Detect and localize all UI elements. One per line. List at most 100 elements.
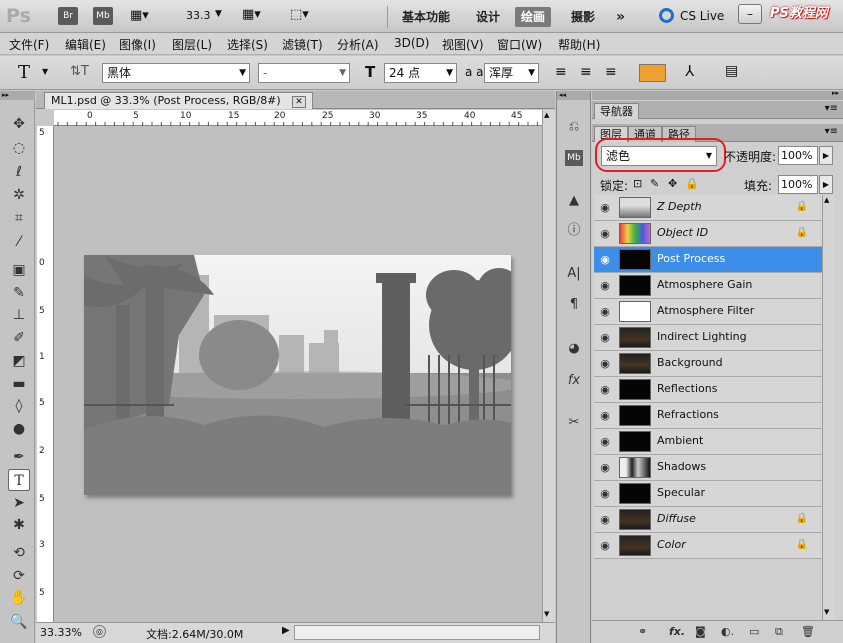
- paragraph-icon[interactable]: ¶: [563, 294, 585, 316]
- layer-row[interactable]: ◉ Diffuse 🔒: [594, 507, 822, 533]
- canvas-area[interactable]: [54, 126, 542, 622]
- horizontal-scrollbar[interactable]: [294, 625, 540, 640]
- layer-thumbnail[interactable]: [619, 405, 651, 426]
- arrange-documents-icon[interactable]: ▦▾: [242, 7, 261, 22]
- visibility-eye-icon[interactable]: ◉: [597, 460, 613, 476]
- info-icon[interactable]: ⓘ: [563, 220, 585, 242]
- visibility-eye-icon[interactable]: ◉: [597, 434, 613, 450]
- type-tool-icon[interactable]: T: [8, 469, 30, 491]
- more-workspaces-icon[interactable]: »: [610, 7, 631, 27]
- menu-layer[interactable]: 图层(L): [172, 36, 212, 53]
- minimize-button[interactable]: –: [738, 4, 762, 24]
- pen-tool-icon[interactable]: ✒: [8, 446, 30, 468]
- layer-row[interactable]: ◉ Ambient: [594, 429, 822, 455]
- visibility-eye-icon[interactable]: ◉: [597, 512, 613, 528]
- visibility-eye-icon[interactable]: ◉: [597, 252, 613, 268]
- lock-position-icon[interactable]: ✥: [668, 177, 677, 190]
- eraser-tool-icon[interactable]: ◩: [8, 350, 30, 372]
- status-zoom[interactable]: 33.33%: [40, 626, 82, 639]
- layer-thumbnail[interactable]: [619, 509, 651, 530]
- styles-icon[interactable]: fx: [563, 370, 585, 392]
- status-icon[interactable]: ◎: [93, 625, 106, 638]
- menu-help[interactable]: 帮助(H): [558, 36, 600, 53]
- menu-analysis[interactable]: 分析(A): [337, 36, 379, 53]
- layer-row[interactable]: ◉ Specular: [594, 481, 822, 507]
- zoom-tool-icon[interactable]: 🔍: [8, 611, 30, 633]
- crop-tool-icon[interactable]: ⌗: [8, 207, 30, 229]
- menu-edit[interactable]: 编辑(E): [65, 36, 106, 53]
- link-layers-icon[interactable]: ⚭: [638, 625, 647, 638]
- history-brush-tool-icon[interactable]: ✐: [8, 327, 30, 349]
- text-color-swatch[interactable]: [639, 64, 666, 82]
- new-group-icon[interactable]: ▭: [749, 625, 759, 638]
- move-tool-icon[interactable]: ✥: [8, 113, 30, 135]
- dodge-tool-icon[interactable]: ●: [8, 418, 30, 440]
- visibility-eye-icon[interactable]: ◉: [597, 200, 613, 216]
- workspace-photography[interactable]: 摄影: [565, 7, 601, 27]
- status-menu-arrow-icon[interactable]: ▶: [282, 625, 290, 636]
- path-selection-tool-icon[interactable]: ➤: [8, 492, 30, 514]
- layer-thumbnail[interactable]: [619, 535, 651, 556]
- antialias-select[interactable]: 浑厚 ▼: [484, 63, 539, 83]
- brush-tool-icon[interactable]: ✎: [8, 282, 30, 304]
- layer-style-icon[interactable]: fx.: [669, 625, 685, 638]
- adjustment-layer-icon[interactable]: ◐.: [721, 625, 734, 638]
- layer-mask-icon[interactable]: ◙: [695, 625, 706, 638]
- zoom-level[interactable]: 33.3: [186, 9, 211, 22]
- bridge-button[interactable]: Br: [58, 7, 78, 25]
- lock-image-icon[interactable]: ✎: [650, 177, 659, 190]
- layer-thumbnail[interactable]: [619, 327, 651, 348]
- visibility-eye-icon[interactable]: ◉: [597, 408, 613, 424]
- layer-thumbnail[interactable]: [619, 379, 651, 400]
- blur-tool-icon[interactable]: ◊: [8, 395, 30, 417]
- histogram-icon[interactable]: ▲: [563, 190, 585, 212]
- workspace-essentials[interactable]: 基本功能: [396, 7, 456, 27]
- lasso-tool-icon[interactable]: ℓ: [8, 161, 30, 183]
- character-icon[interactable]: A|: [563, 263, 585, 285]
- align-right-icon[interactable]: ≡: [605, 64, 617, 80]
- layer-row[interactable]: ◉ Reflections: [594, 377, 822, 403]
- layer-thumbnail[interactable]: [619, 431, 651, 452]
- visibility-eye-icon[interactable]: ◉: [597, 330, 613, 346]
- collapse-panel-icon[interactable]: ▸▸: [832, 89, 839, 97]
- tab-navigator[interactable]: 导航器: [594, 103, 639, 119]
- panel-menu-icon[interactable]: ▾≡: [825, 126, 838, 137]
- new-layer-icon[interactable]: ⧉: [775, 625, 783, 639]
- warp-text-icon[interactable]: ⅄: [685, 62, 694, 80]
- tool-presets-icon[interactable]: ✂: [563, 412, 585, 434]
- font-size-select[interactable]: 24 点 ▼: [384, 63, 457, 83]
- layer-row[interactable]: ◉ Object ID 🔒: [594, 221, 822, 247]
- healing-brush-tool-icon[interactable]: ▣: [8, 259, 30, 281]
- 3d-orbit-tool-icon[interactable]: ⟳: [8, 565, 30, 587]
- vertical-scrollbar[interactable]: ▲ ▼: [542, 110, 555, 622]
- opacity-slider-icon[interactable]: ▶: [819, 146, 833, 165]
- marquee-tool-icon[interactable]: ◌: [8, 137, 30, 159]
- visibility-eye-icon[interactable]: ◉: [597, 538, 613, 554]
- custom-shape-tool-icon[interactable]: ✱: [8, 514, 30, 536]
- workspace-design[interactable]: 设计: [470, 7, 506, 27]
- layer-thumbnail[interactable]: [619, 223, 651, 244]
- opacity-input[interactable]: 100%: [778, 146, 818, 165]
- layer-row[interactable]: ◉ Indirect Lighting: [594, 325, 822, 351]
- type-tool-preset-icon[interactable]: T: [18, 62, 30, 83]
- history-icon[interactable]: ⎌: [563, 116, 585, 138]
- layer-row[interactable]: ◉ Post Process: [594, 247, 822, 273]
- color-icon[interactable]: ◕: [563, 338, 585, 360]
- layer-row[interactable]: ◉ Atmosphere Filter: [594, 299, 822, 325]
- collapse-toolbox-icon[interactable]: ▸▸: [0, 91, 35, 100]
- preset-dropdown-icon[interactable]: ▼: [42, 67, 48, 76]
- layer-row[interactable]: ◉ Z Depth 🔒: [594, 195, 822, 221]
- visibility-eye-icon[interactable]: ◉: [597, 278, 613, 294]
- layers-scrollbar[interactable]: ▲ ▼: [822, 195, 835, 620]
- font-style-select[interactable]: - ▼: [258, 63, 350, 83]
- layer-row[interactable]: ◉ Refractions: [594, 403, 822, 429]
- document-canvas[interactable]: [84, 255, 511, 495]
- eyedropper-tool-icon[interactable]: ⁄: [8, 231, 30, 253]
- layer-thumbnail[interactable]: [619, 457, 651, 478]
- zoom-dropdown-icon[interactable]: ▼: [215, 9, 222, 19]
- fill-slider-icon[interactable]: ▶: [819, 175, 833, 194]
- menu-window[interactable]: 窗口(W): [497, 36, 542, 53]
- menu-filter[interactable]: 滤镜(T): [282, 36, 323, 53]
- menu-3d[interactable]: 3D(D): [394, 36, 429, 50]
- scroll-down-icon[interactable]: ▼: [824, 608, 829, 616]
